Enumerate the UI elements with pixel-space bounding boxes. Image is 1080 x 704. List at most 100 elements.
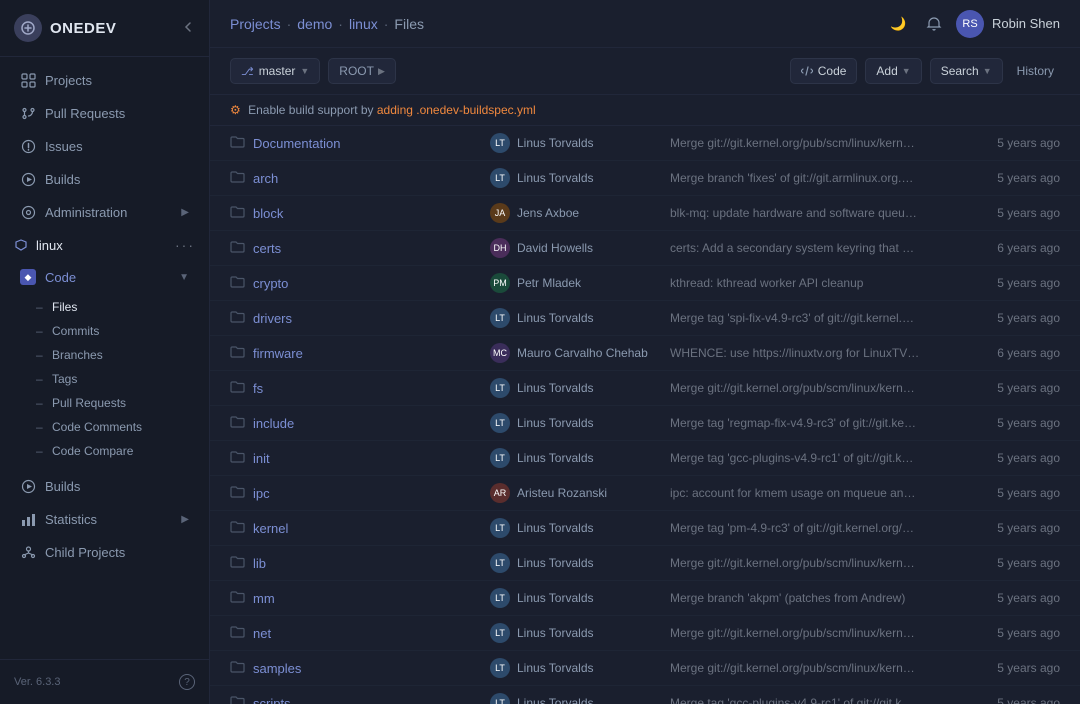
subnav-codecompare[interactable]: – Code Compare (28, 439, 209, 463)
file-time: 5 years ago (930, 416, 1060, 430)
table-row[interactable]: scripts LT Linus Torvalds Merge tag 'gcc… (210, 686, 1080, 704)
table-row[interactable]: net LT Linus Torvalds Merge git://git.ke… (210, 616, 1080, 651)
breadcrumb-linux[interactable]: linux (349, 16, 378, 32)
breadcrumb-demo[interactable]: demo (297, 16, 332, 32)
file-name-text: Documentation (253, 136, 340, 151)
help-icon[interactable]: ? (179, 674, 195, 690)
code-button[interactable]: Code (790, 58, 858, 84)
project-options[interactable]: ··· (175, 237, 195, 253)
avatar[interactable]: RS (956, 10, 984, 38)
sidebar-item-pullrequests[interactable]: Pull Requests (6, 97, 203, 129)
sep2: · (338, 16, 343, 32)
table-row[interactable]: mm LT Linus Torvalds Merge branch 'akpm'… (210, 581, 1080, 616)
search-button[interactable]: Search ▼ (930, 58, 1003, 84)
build-notice: ⚙ Enable build support by adding .onedev… (210, 95, 1080, 126)
file-author: LT Linus Torvalds (490, 308, 670, 328)
history-button[interactable]: History (1011, 59, 1060, 83)
file-author: LT Linus Torvalds (490, 168, 670, 188)
add-button[interactable]: Add ▼ (865, 58, 921, 84)
folder-icon (230, 695, 245, 704)
build-notice-link[interactable]: adding .onedev-buildspec.yml (377, 103, 536, 117)
file-commit: Merge git://git.kernel.org/pub/scm/linux… (670, 626, 930, 640)
table-row[interactable]: include LT Linus Torvalds Merge tag 'reg… (210, 406, 1080, 441)
file-name: Documentation (230, 135, 490, 151)
author-name: Petr Mladek (517, 276, 581, 290)
table-row[interactable]: ipc AR Aristeu Rozanski ipc: account for… (210, 476, 1080, 511)
author-name: David Howells (517, 241, 593, 255)
folder-icon (230, 310, 245, 326)
file-author: LT Linus Torvalds (490, 553, 670, 573)
table-row[interactable]: certs DH David Howells certs: Add a seco… (210, 231, 1080, 266)
subnav-codecomments[interactable]: – Code Comments (28, 415, 209, 439)
sidebar-item-childprojects[interactable]: Child Projects (6, 536, 203, 568)
table-row[interactable]: drivers LT Linus Torvalds Merge tag 'spi… (210, 301, 1080, 336)
table-row[interactable]: kernel LT Linus Torvalds Merge tag 'pm-4… (210, 511, 1080, 546)
sidebar-item-statistics[interactable]: Statistics ▶ (6, 503, 203, 535)
subnav-commits[interactable]: – Commits (28, 319, 209, 343)
version-row: Ver. 6.3.3 ? (0, 668, 209, 696)
breadcrumb-projects[interactable]: Projects (230, 16, 281, 32)
folder-icon (230, 555, 245, 571)
file-name: block (230, 205, 490, 221)
file-commit: Merge git://git.kernel.org/pub/scm/linux… (670, 556, 930, 570)
file-name: fs (230, 380, 490, 396)
file-author: LT Linus Torvalds (490, 413, 670, 433)
author-avatar: PM (490, 273, 510, 293)
path-label: ROOT (339, 64, 374, 78)
table-row[interactable]: block JA Jens Axboe blk-mq: update hardw… (210, 196, 1080, 231)
path-selector[interactable]: ROOT ▶ (328, 58, 396, 84)
table-row[interactable]: firmware MC Mauro Carvalho Chehab WHENCE… (210, 336, 1080, 371)
moon-icon[interactable]: 🌙 (884, 10, 912, 38)
search-label: Search (941, 64, 979, 78)
grid-icon (20, 72, 36, 88)
table-row[interactable]: init LT Linus Torvalds Merge tag 'gcc-pl… (210, 441, 1080, 476)
folder-icon (230, 135, 245, 151)
sidebar-item-administration[interactable]: Administration ▶ (6, 196, 203, 228)
author-avatar: LT (490, 378, 510, 398)
table-row[interactable]: Documentation LT Linus Torvalds Merge gi… (210, 126, 1080, 161)
sidebar-item-issues[interactable]: Issues (6, 130, 203, 162)
branch-selector[interactable]: ⎇ master ▼ (230, 58, 320, 84)
table-row[interactable]: lib LT Linus Torvalds Merge git://git.ke… (210, 546, 1080, 581)
file-time: 6 years ago (930, 241, 1060, 255)
file-time: 5 years ago (930, 591, 1060, 605)
author-avatar: LT (490, 413, 510, 433)
table-row[interactable]: arch LT Linus Torvalds Merge branch 'fix… (210, 161, 1080, 196)
file-commit: Merge tag 'regmap-fix-v4.9-rc3' of git:/… (670, 416, 930, 430)
file-name-text: firmware (253, 346, 303, 361)
author-avatar: LT (490, 588, 510, 608)
author-name: Linus Torvalds (517, 451, 594, 465)
sidebar-toggle[interactable] (181, 20, 195, 37)
file-name: certs (230, 240, 490, 256)
author-avatar: LT (490, 623, 510, 643)
subnav-files[interactable]: – Files (28, 295, 209, 319)
code-header[interactable]: ◆ Code ▼ (6, 262, 203, 292)
sidebar-item-projects[interactable]: Projects (6, 64, 203, 96)
author-name: Linus Torvalds (517, 381, 594, 395)
branch-label: master (259, 64, 296, 78)
table-row[interactable]: crypto PM Petr Mladek kthread: kthread w… (210, 266, 1080, 301)
file-author: LT Linus Torvalds (490, 378, 670, 398)
code-arrow: ▼ (179, 272, 189, 283)
subnav-branches[interactable]: – Branches (28, 343, 209, 367)
bell-icon[interactable] (920, 10, 948, 38)
file-author: LT Linus Torvalds (490, 588, 670, 608)
subnav-tags[interactable]: – Tags (28, 367, 209, 391)
sidebar-item-builds[interactable]: Builds (6, 163, 203, 195)
file-commit: blk-mq: update hardware and software que… (670, 206, 930, 220)
file-name: mm (230, 590, 490, 606)
administration-arrow: ▶ (181, 207, 189, 218)
author-avatar: LT (490, 168, 510, 188)
table-row[interactable]: samples LT Linus Torvalds Merge git://gi… (210, 651, 1080, 686)
file-time: 5 years ago (930, 381, 1060, 395)
project-label[interactable]: linux ··· (14, 237, 195, 253)
username[interactable]: Robin Shen (992, 16, 1060, 31)
author-name: Linus Torvalds (517, 626, 594, 640)
table-row[interactable]: fs LT Linus Torvalds Merge git://git.ker… (210, 371, 1080, 406)
file-commit: Merge git://git.kernel.org/pub/scm/linux… (670, 661, 930, 675)
sidebar-item-pullrequests-label: Pull Requests (45, 106, 125, 121)
sidebar-item-builds2[interactable]: Builds (6, 470, 203, 502)
search-caret: ▼ (983, 66, 992, 76)
project-section: linux ··· (0, 229, 209, 257)
subnav-pullrequests[interactable]: – Pull Requests (28, 391, 209, 415)
